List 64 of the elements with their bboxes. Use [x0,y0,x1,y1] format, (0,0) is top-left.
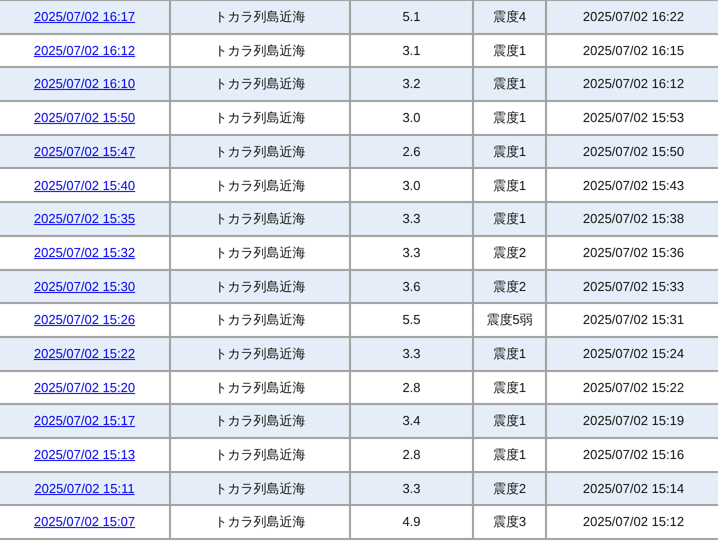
announcement-time-text: 2025/07/02 15:19 [582,413,684,428]
magnitude-text: 2.8 [402,447,421,462]
intensity-text: 震度1 [492,42,526,58]
intensity-text: 震度1 [492,380,526,395]
region-text: トカラ列島近海 [214,211,306,226]
intensity-text: 震度2 [492,278,526,294]
intensity-text: 震度1 [492,144,526,159]
magnitude-text: 2.8 [402,380,421,395]
region-text: トカラ列島近海 [214,9,306,24]
announcement-time-text: 2025/07/02 15:14 [582,480,684,496]
announcement-time-text: 2025/07/02 16:12 [582,76,684,92]
magnitude-text: 4.9 [402,514,421,530]
region-text: トカラ列島近海 [214,480,306,496]
announcement-time-text: 2025/07/02 15:50 [582,144,684,159]
intensity-text: 震度1 [492,346,526,361]
region-text: トカラ列島近海 [214,413,306,428]
announcement-time-text: 2025/07/02 15:22 [582,380,684,395]
announcement-time-text: 2025/07/02 15:24 [582,346,684,361]
magnitude-text: 5.1 [402,9,421,24]
region-text: トカラ列島近海 [214,447,306,462]
announcement-time-text: 2025/07/02 15:16 [582,447,684,462]
intensity-text: 震度1 [492,413,526,428]
announcement-time-text: 2025/07/02 15:31 [582,312,684,328]
announcement-time-text: 2025/07/02 15:43 [582,178,684,193]
intensity-text: 震度5弱 [486,312,533,328]
magnitude-text: 3.1 [402,42,421,58]
region-text: トカラ列島近海 [214,42,306,58]
intensity-text: 震度1 [492,76,526,92]
magnitude-text: 3.0 [402,178,421,193]
region-text: トカラ列島近海 [214,244,306,260]
intensity-text: 震度1 [492,211,526,226]
intensity-text: 震度1 [492,447,526,462]
intensity-text: 震度2 [492,480,526,496]
magnitude-text: 5.5 [402,312,421,328]
magnitude-text: 3.3 [402,480,421,496]
magnitude-text: 3.0 [402,110,421,126]
magnitude-text: 3.3 [402,211,421,226]
region-text: トカラ列島近海 [214,380,306,395]
intensity-text: 震度2 [492,244,526,260]
magnitude-text: 3.6 [402,278,421,294]
magnitude-text: 3.3 [402,244,421,260]
magnitude-text: 3.4 [402,413,421,428]
intensity-text: 震度4 [492,9,526,24]
intensity-text: 震度1 [492,110,526,126]
magnitude-text: 3.3 [402,346,421,361]
region-text: トカラ列島近海 [214,144,306,159]
region-text: トカラ列島近海 [214,278,306,294]
announcement-time-text: 2025/07/02 15:38 [582,211,684,226]
region-text: トカラ列島近海 [214,76,306,92]
intensity-text: 震度1 [492,178,526,193]
region-text: トカラ列島近海 [214,110,306,126]
region-text: トカラ列島近海 [214,312,306,328]
announcement-time-text: 2025/07/02 15:12 [582,514,684,530]
announcement-time-text: 2025/07/02 15:53 [582,110,684,126]
announcement-time-text: 2025/07/02 15:33 [582,278,684,294]
magnitude-text: 3.2 [402,76,421,92]
magnitude-text: 2.6 [402,144,421,159]
announcement-time-text: 2025/07/02 16:15 [582,42,684,58]
region-text: トカラ列島近海 [214,178,306,193]
region-text: トカラ列島近海 [214,346,306,361]
intensity-text: 震度3 [492,514,526,530]
announcement-time-text: 2025/07/02 15:36 [582,244,684,260]
announcement-time-text: 2025/07/02 16:22 [582,9,684,24]
region-text: トカラ列島近海 [214,514,306,530]
